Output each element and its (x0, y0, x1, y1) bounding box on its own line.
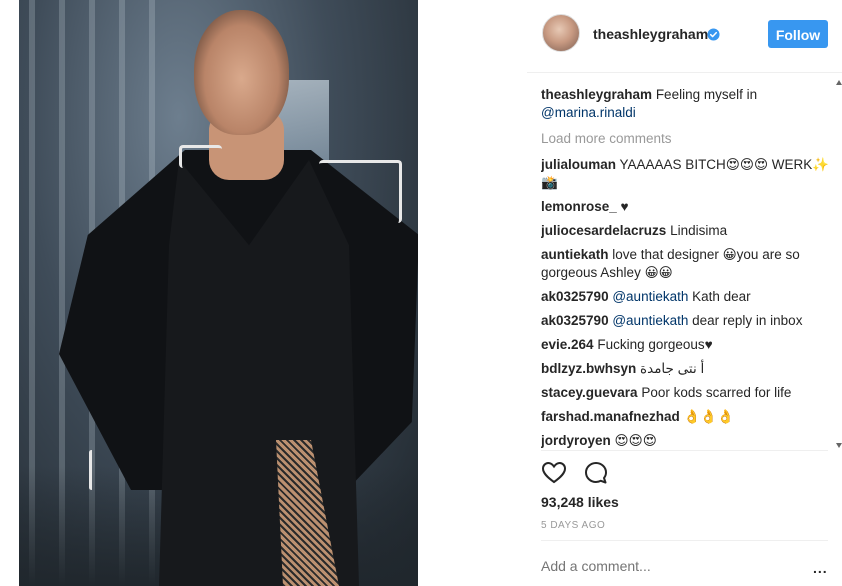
comment-username[interactable]: ak0325790 (541, 289, 609, 304)
comment: evie.264 Fucking gorgeous♥ (541, 336, 831, 354)
comment-text: Lindisima (670, 223, 728, 238)
divider (541, 540, 828, 541)
more-options-icon[interactable]: ... (813, 560, 828, 576)
comment-text: Fucking gorgeous♥ (597, 337, 713, 352)
comment-username[interactable]: farshad.manafnezhad (541, 409, 680, 424)
comment-text: 😍😍😍 (614, 433, 657, 448)
comment-username[interactable]: auntiekath (541, 247, 609, 262)
comment-username[interactable]: evie.264 (541, 337, 594, 352)
comment: ak0325790 @auntiekath Kath dear (541, 288, 831, 306)
comment-text: dear reply in inbox (692, 313, 803, 328)
verified-badge-icon (707, 28, 720, 41)
comment-text: ♥ (620, 199, 629, 214)
comment: ak0325790 @auntiekath dear reply in inbo… (541, 312, 831, 330)
comment: bdlzyz.bwhsyn أ نتى جامدة (541, 360, 831, 378)
jacket-trim (179, 145, 222, 168)
comments-scrollbar[interactable] (836, 78, 842, 450)
comment: lemonrose_ ♥ (541, 198, 831, 216)
comment-username[interactable]: theashleygraham (541, 87, 652, 102)
comment: juliocesardelacruzs Lindisima (541, 222, 831, 240)
username-link[interactable]: theashleygraham (593, 26, 708, 42)
avatar[interactable] (542, 14, 580, 52)
comment-text: أ نتى جامدة (640, 361, 705, 376)
figure-head (194, 10, 289, 135)
comment-text: Poor kods scarred for life (641, 385, 792, 400)
post-photo[interactable] (19, 0, 418, 586)
comment-text: Kath dear (692, 289, 751, 304)
comment-username[interactable]: julialouman (541, 157, 616, 172)
comment-username[interactable]: juliocesardelacruzs (541, 223, 666, 238)
comment-username[interactable]: bdlzyz.bwhsyn (541, 361, 636, 376)
post-header: theashleygraham Follow (527, 0, 842, 73)
post-actions (541, 460, 621, 488)
heart-icon[interactable] (541, 460, 567, 486)
comment-icon[interactable] (583, 460, 609, 486)
comment-username[interactable]: lemonrose_ (541, 199, 617, 214)
comment: jordyroyen 😍😍😍 (541, 432, 831, 450)
mention-link[interactable]: @auntiekath (612, 313, 688, 328)
comment: julialouman YAAAAAS BITCH😍😍😍 WERK✨📸 (541, 156, 831, 192)
scroll-up-arrow-icon[interactable] (836, 80, 842, 85)
scroll-down-arrow-icon[interactable] (836, 443, 842, 448)
comment-username[interactable]: ak0325790 (541, 313, 609, 328)
comment: farshad.manafnezhad 👌👌👌 (541, 408, 831, 426)
follow-button[interactable]: Follow (768, 20, 828, 48)
divider (541, 450, 828, 451)
comment-text: 👌👌👌 (683, 409, 734, 424)
comment: auntiekath love that designer 😀you are s… (541, 246, 831, 282)
jacket-trim (319, 160, 402, 223)
add-comment-input[interactable] (541, 558, 791, 574)
jacket-trim (89, 450, 94, 490)
caption: theashleygraham Feeling myself in @marin… (541, 86, 831, 122)
post-side-panel: theashleygraham Follow theashleygraham F… (527, 0, 842, 586)
comment: stacey.guevara Poor kods scarred for lif… (541, 384, 831, 402)
mention-link[interactable]: @marina.rinaldi (541, 105, 636, 120)
load-more-comments[interactable]: Load more comments (541, 130, 831, 148)
likes-count[interactable]: 93,248 likes (541, 494, 619, 510)
mention-link[interactable]: @auntiekath (612, 289, 688, 304)
caption-text: Feeling myself in (655, 87, 758, 102)
comment-username[interactable]: stacey.guevara (541, 385, 638, 400)
comment-username[interactable]: jordyroyen (541, 433, 611, 448)
post-timestamp[interactable]: 5 DAYS AGO (541, 520, 605, 531)
comments-list: theashleygraham Feeling myself in @marin… (541, 86, 831, 450)
